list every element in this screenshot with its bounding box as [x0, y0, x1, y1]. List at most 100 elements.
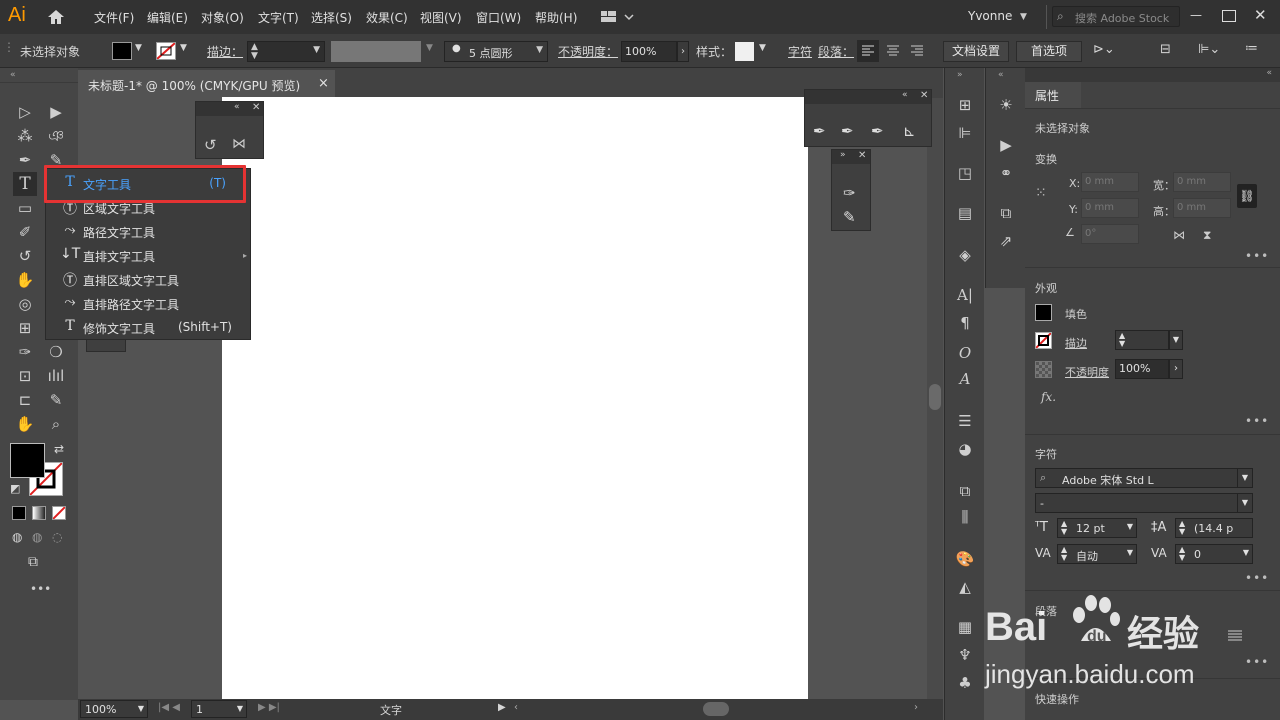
flyout-path-type-tool[interactable]: ⤳ 路径文字工具: [56, 220, 246, 244]
properties-tab[interactable]: 属性: [1025, 82, 1081, 108]
menu-object[interactable]: 对象(O): [201, 9, 244, 26]
scroll-left-icon[interactable]: ‹: [514, 702, 518, 713]
screen-mode-icon[interactable]: ⧉: [28, 554, 38, 570]
artboard-number-select[interactable]: 1 ▼: [191, 700, 247, 718]
y-input[interactable]: 0 mm: [1081, 198, 1139, 218]
opacity-arrow-icon[interactable]: ›: [677, 41, 689, 62]
panel-close-icon[interactable]: ✕: [858, 150, 866, 161]
menu-type[interactable]: 文字(T): [258, 9, 299, 26]
lasso-tool-icon[interactable]: ঞ: [44, 124, 68, 148]
transform-panel-icon[interactable]: ⊞: [950, 92, 980, 118]
close-tab-icon[interactable]: ×: [318, 76, 329, 91]
menu-view[interactable]: 视图(V): [420, 9, 462, 26]
font-style-select[interactable]: -: [1035, 493, 1253, 513]
color-guide-icon[interactable]: ◭: [950, 574, 980, 600]
dock-collapse-icon[interactable]: «: [998, 70, 1004, 80]
arrange-icon[interactable]: ⊳⌄: [1093, 42, 1115, 57]
rectangle-tool-icon[interactable]: ▭: [13, 196, 37, 220]
font-style-chevron-icon[interactable]: ▼: [1237, 493, 1253, 513]
first-artboard-icon[interactable]: |◀ ◀: [158, 702, 180, 713]
width-input[interactable]: 0 mm: [1173, 172, 1231, 192]
links-panel-icon[interactable]: ⚭: [991, 160, 1021, 186]
type-tool-icon[interactable]: T: [13, 172, 37, 196]
document-tab[interactable]: 未标题-1* @ 100% (CMYK/GPU 预览) ×: [78, 70, 335, 98]
panel-collapse-icon[interactable]: «: [902, 90, 908, 100]
close-window-icon[interactable]: ✕: [1254, 6, 1267, 24]
variable-width-profile[interactable]: [331, 41, 421, 62]
glyphs-panel-icon[interactable]: A: [950, 366, 980, 392]
menu-select[interactable]: 选择(S): [311, 9, 352, 26]
horizontal-scroll-thumb[interactable]: [703, 702, 729, 716]
symbol-sprayer-tool-icon[interactable]: ⊡: [13, 364, 37, 388]
control-menu-icon[interactable]: ≔: [1245, 41, 1258, 56]
user-name[interactable]: Yvonne: [968, 9, 1012, 23]
paragraph-more-icon[interactable]: •••: [1245, 655, 1269, 669]
document-setup-button[interactable]: 文档设置: [943, 41, 1009, 62]
menu-window[interactable]: 窗口(W): [476, 9, 521, 26]
maximize-icon[interactable]: [1222, 10, 1236, 22]
character-link[interactable]: 字符: [788, 43, 812, 60]
paragraph-panel-icon[interactable]: ¶: [950, 310, 980, 336]
menu-effect[interactable]: 效果(C): [366, 9, 408, 26]
dock-expand-icon[interactable]: »: [957, 70, 963, 80]
flyout-touch-type-tool[interactable]: T 修饰文字工具 (Shift+T): [56, 316, 246, 340]
reference-point-icon[interactable]: ⁙: [1035, 185, 1047, 201]
appearance-more-icon[interactable]: •••: [1245, 414, 1269, 428]
collapse-toolbar-icon[interactable]: «: [10, 70, 16, 80]
workspace-switcher-icon[interactable]: [600, 9, 636, 25]
style-chevron-icon[interactable]: ▼: [759, 43, 766, 53]
user-chevron-icon[interactable]: ▼: [1020, 12, 1027, 22]
align-right-icon[interactable]: [906, 40, 928, 62]
gradient-mode-icon[interactable]: [32, 506, 46, 520]
stroke-weight-chevron-icon[interactable]: ▼: [1169, 330, 1183, 350]
draw-normal-icon[interactable]: ◍: [12, 530, 22, 544]
font-family-select[interactable]: ⌕ Adobe 宋体 Std L: [1035, 468, 1253, 488]
stroke-weight-input[interactable]: ▲ ▼ ▼: [247, 41, 325, 62]
appearance-stroke-swatch[interactable]: [1035, 332, 1052, 349]
angle-input[interactable]: 0°: [1081, 224, 1139, 244]
measure-icon[interactable]: ✎: [843, 208, 856, 226]
appearance-fill-swatch[interactable]: [1035, 304, 1052, 321]
shape-builder-tool-icon[interactable]: ◎: [13, 292, 37, 316]
delete-anchor-icon[interactable]: ✒: [871, 122, 884, 140]
default-colors-icon[interactable]: ◩: [10, 482, 20, 495]
leading-input[interactable]: ▲ ▼ (14.4 p: [1175, 518, 1253, 538]
panel-collapse-icon[interactable]: «: [234, 102, 240, 112]
distribute-icon[interactable]: ⊫⌄: [1198, 42, 1220, 57]
zoom-tool-icon[interactable]: ⌕: [44, 412, 68, 436]
menu-edit[interactable]: 编辑(E): [147, 9, 188, 26]
fill-swatch[interactable]: [112, 42, 132, 60]
flyout-vertical-area-type-tool[interactable]: Ⓣ 直排区域文字工具: [56, 268, 246, 292]
x-input[interactable]: 0 mm: [1081, 172, 1139, 192]
status-menu-icon[interactable]: ▶: [498, 702, 506, 713]
swap-colors-icon[interactable]: ⇄: [54, 442, 64, 456]
hand-tool-icon[interactable]: ✋: [13, 412, 37, 436]
home-icon[interactable]: [46, 8, 66, 26]
transform-more-icon[interactable]: •••: [1245, 249, 1269, 263]
stroke-chevron-icon[interactable]: ▼: [180, 43, 187, 53]
flip-horizontal-icon[interactable]: ⋈: [1173, 228, 1185, 242]
graphic-style-swatch[interactable]: [735, 42, 754, 61]
draw-behind-icon[interactable]: ◍: [32, 530, 42, 544]
panel-close-icon[interactable]: ✕: [252, 102, 260, 113]
gradient-panel-icon[interactable]: ▤: [950, 200, 980, 226]
kerning-input[interactable]: ▲ ▼ 自动 ▼: [1057, 544, 1137, 564]
pen-tool-icon[interactable]: ✒: [13, 148, 37, 172]
fill-color-front[interactable]: [10, 443, 45, 478]
font-size-input[interactable]: ▲ ▼ 12 pt ▼: [1057, 518, 1137, 538]
actions-panel-icon[interactable]: ▶: [991, 132, 1021, 158]
profile-chevron-icon[interactable]: ▼: [426, 43, 433, 53]
export-panel-icon[interactable]: ⇗: [991, 228, 1021, 254]
stroke-label[interactable]: 描边: [1065, 335, 1087, 351]
menu-help[interactable]: 帮助(H): [535, 9, 577, 26]
character-more-icon[interactable]: •••: [1245, 571, 1269, 585]
symbols-panel-icon[interactable]: ♣: [950, 670, 980, 696]
blend-tool-icon[interactable]: ❍: [44, 340, 68, 364]
artboard-tool-icon[interactable]: ⊏: [13, 388, 37, 412]
align-center-icon[interactable]: [882, 40, 904, 62]
minimize-icon[interactable]: —: [1190, 8, 1202, 22]
artboard[interactable]: [222, 97, 808, 699]
panel-expand-icon[interactable]: »: [840, 150, 846, 160]
paintbrush-tool-icon[interactable]: ✐: [13, 220, 37, 244]
add-anchor-icon[interactable]: ✒: [841, 122, 854, 140]
